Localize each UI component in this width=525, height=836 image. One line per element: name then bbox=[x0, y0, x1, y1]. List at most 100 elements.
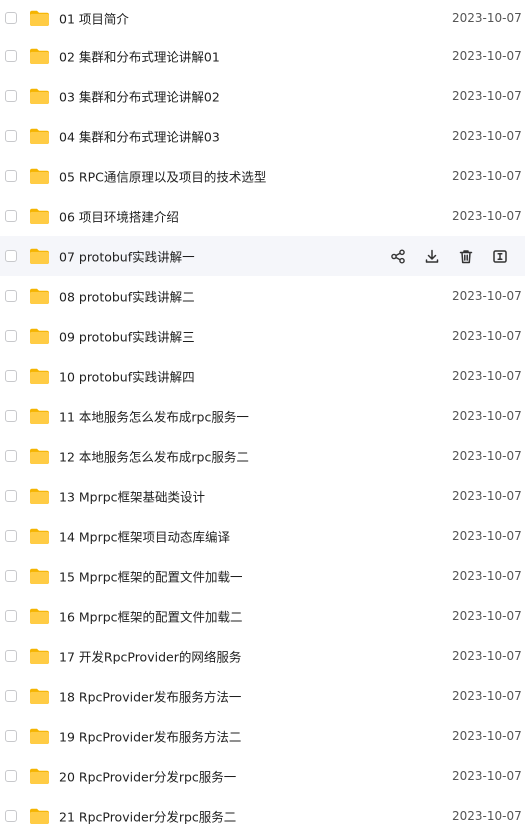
folder-icon bbox=[29, 368, 50, 385]
row-checkbox[interactable] bbox=[5, 810, 17, 822]
folder-icon bbox=[29, 768, 50, 785]
file-name[interactable]: 03 集群和分布式理论讲解02 bbox=[59, 87, 220, 106]
row-checkbox[interactable] bbox=[5, 290, 17, 302]
row-checkbox[interactable] bbox=[5, 530, 17, 542]
file-row[interactable]: 03 集群和分布式理论讲解02 2023-10-07 01:20 bbox=[0, 76, 525, 116]
file-row[interactable]: 08 protobuf实践讲解二 2023-10-07 01:20 bbox=[0, 276, 525, 316]
modified-date: 2023-10-07 01:20 bbox=[452, 689, 525, 703]
folder-icon bbox=[29, 10, 50, 27]
row-checkbox[interactable] bbox=[5, 170, 17, 182]
row-checkbox[interactable] bbox=[5, 490, 17, 502]
folder-icon bbox=[29, 488, 50, 505]
modified-date: 2023-10-07 01:20 bbox=[452, 489, 525, 503]
download-icon[interactable] bbox=[422, 247, 441, 266]
row-checkbox[interactable] bbox=[5, 210, 17, 222]
file-row[interactable]: 13 Mprpc框架基础类设计 2023-10-07 01:20 bbox=[0, 476, 525, 516]
row-checkbox[interactable] bbox=[5, 250, 17, 262]
file-name[interactable]: 19 RpcProvider发布服务方法二 bbox=[59, 727, 241, 746]
row-checkbox[interactable] bbox=[5, 690, 17, 702]
file-row[interactable]: 21 RpcProvider分发rpc服务二 2023-10-07 01:20 bbox=[0, 796, 525, 836]
folder-icon bbox=[29, 528, 50, 545]
modified-date: 2023-10-07 01:20 bbox=[452, 609, 525, 623]
file-name[interactable]: 07 protobuf实践讲解一 bbox=[59, 247, 195, 266]
modified-date: 2023-10-07 01:20 bbox=[452, 769, 525, 783]
file-name[interactable]: 17 开发RpcProvider的网络服务 bbox=[59, 647, 241, 666]
row-checkbox[interactable] bbox=[5, 570, 17, 582]
file-name[interactable]: 08 protobuf实践讲解二 bbox=[59, 287, 195, 306]
file-name[interactable]: 15 Mprpc框架的配置文件加载一 bbox=[59, 567, 243, 586]
file-row[interactable]: 02 集群和分布式理论讲解01 2023-10-07 01:20 bbox=[0, 36, 525, 76]
file-name[interactable]: 04 集群和分布式理论讲解03 bbox=[59, 127, 220, 146]
folder-icon bbox=[29, 208, 50, 225]
row-actions bbox=[388, 247, 509, 266]
modified-date: 2023-10-07 01:20 bbox=[452, 129, 525, 143]
file-list: 01 项目简介 2023-10-07 01:20 02 集群和分布式理论讲解01… bbox=[0, 0, 525, 836]
row-checkbox[interactable] bbox=[5, 610, 17, 622]
file-name[interactable]: 11 本地服务怎么发布成rpc服务一 bbox=[59, 407, 249, 426]
file-row[interactable]: 09 protobuf实践讲解三 2023-10-07 01:20 bbox=[0, 316, 525, 356]
file-name[interactable]: 06 项目环境搭建介绍 bbox=[59, 207, 179, 226]
modified-date: 2023-10-07 01:20 bbox=[452, 49, 525, 63]
modified-date: 2023-10-07 01:20 bbox=[452, 89, 525, 103]
modified-date: 2023-10-07 01:20 bbox=[452, 649, 525, 663]
modified-date: 2023-10-07 01:20 bbox=[452, 729, 525, 743]
folder-icon bbox=[29, 648, 50, 665]
modified-date: 2023-10-07 01:20 bbox=[452, 169, 525, 183]
folder-icon bbox=[29, 608, 50, 625]
file-row[interactable]: 12 本地服务怎么发布成rpc服务二 2023-10-07 01:20 bbox=[0, 436, 525, 476]
file-name[interactable]: 16 Mprpc框架的配置文件加载二 bbox=[59, 607, 243, 626]
row-checkbox[interactable] bbox=[5, 90, 17, 102]
file-row[interactable]: 16 Mprpc框架的配置文件加载二 2023-10-07 01:20 bbox=[0, 596, 525, 636]
folder-icon bbox=[29, 808, 50, 825]
modified-date: 2023-10-07 01:20 bbox=[452, 569, 525, 583]
modified-date: 2023-10-07 01:20 bbox=[452, 289, 525, 303]
folder-icon bbox=[29, 328, 50, 345]
file-row[interactable]: 15 Mprpc框架的配置文件加载一 2023-10-07 01:20 bbox=[0, 556, 525, 596]
row-checkbox[interactable] bbox=[5, 130, 17, 142]
row-checkbox[interactable] bbox=[5, 650, 17, 662]
file-name[interactable]: 21 RpcProvider分发rpc服务二 bbox=[59, 807, 236, 826]
file-name[interactable]: 14 Mprpc框架项目动态库编译 bbox=[59, 527, 230, 546]
modified-date: 2023-10-07 01:20 bbox=[452, 449, 525, 463]
folder-icon bbox=[29, 688, 50, 705]
row-checkbox[interactable] bbox=[5, 410, 17, 422]
modified-date: 2023-10-07 01:20 bbox=[452, 369, 525, 383]
file-row[interactable]: 14 Mprpc框架项目动态库编译 2023-10-07 01:20 bbox=[0, 516, 525, 556]
file-name[interactable]: 05 RPC通信原理以及项目的技术选型 bbox=[59, 167, 266, 186]
row-checkbox[interactable] bbox=[5, 730, 17, 742]
modified-date: 2023-10-07 01:20 bbox=[452, 809, 525, 823]
file-row[interactable]: 04 集群和分布式理论讲解03 2023-10-07 01:20 bbox=[0, 116, 525, 156]
file-row[interactable]: 06 项目环境搭建介绍 2023-10-07 01:20 bbox=[0, 196, 525, 236]
file-name[interactable]: 02 集群和分布式理论讲解01 bbox=[59, 47, 220, 66]
share-icon[interactable] bbox=[388, 247, 407, 266]
file-row[interactable]: 19 RpcProvider发布服务方法二 2023-10-07 01:20 bbox=[0, 716, 525, 756]
row-checkbox[interactable] bbox=[5, 12, 17, 24]
row-checkbox[interactable] bbox=[5, 770, 17, 782]
file-row[interactable]: 20 RpcProvider分发rpc服务一 2023-10-07 01:20 bbox=[0, 756, 525, 796]
file-row[interactable]: 10 protobuf实践讲解四 2023-10-07 01:20 bbox=[0, 356, 525, 396]
row-checkbox[interactable] bbox=[5, 370, 17, 382]
row-checkbox[interactable] bbox=[5, 450, 17, 462]
file-row[interactable]: 01 项目简介 2023-10-07 01:20 bbox=[0, 0, 525, 36]
file-row[interactable]: 05 RPC通信原理以及项目的技术选型 2023-10-07 01:20 bbox=[0, 156, 525, 196]
file-row[interactable]: 07 protobuf实践讲解一 bbox=[0, 236, 525, 276]
rename-icon[interactable] bbox=[490, 247, 509, 266]
file-row[interactable]: 11 本地服务怎么发布成rpc服务一 2023-10-07 01:20 bbox=[0, 396, 525, 436]
modified-date: 2023-10-07 01:20 bbox=[452, 209, 525, 223]
folder-icon bbox=[29, 48, 50, 65]
file-name[interactable]: 13 Mprpc框架基础类设计 bbox=[59, 487, 205, 506]
row-checkbox[interactable] bbox=[5, 50, 17, 62]
folder-icon bbox=[29, 408, 50, 425]
delete-icon[interactable] bbox=[456, 247, 475, 266]
row-checkbox[interactable] bbox=[5, 330, 17, 342]
file-name[interactable]: 18 RpcProvider发布服务方法一 bbox=[59, 687, 241, 706]
file-name[interactable]: 20 RpcProvider分发rpc服务一 bbox=[59, 767, 236, 786]
file-name[interactable]: 09 protobuf实践讲解三 bbox=[59, 327, 195, 346]
file-name[interactable]: 01 项目简介 bbox=[59, 9, 129, 28]
file-name[interactable]: 12 本地服务怎么发布成rpc服务二 bbox=[59, 447, 249, 466]
folder-icon bbox=[29, 248, 50, 265]
file-row[interactable]: 18 RpcProvider发布服务方法一 2023-10-07 01:20 bbox=[0, 676, 525, 716]
file-row[interactable]: 17 开发RpcProvider的网络服务 2023-10-07 01:20 bbox=[0, 636, 525, 676]
folder-icon bbox=[29, 168, 50, 185]
file-name[interactable]: 10 protobuf实践讲解四 bbox=[59, 367, 195, 386]
